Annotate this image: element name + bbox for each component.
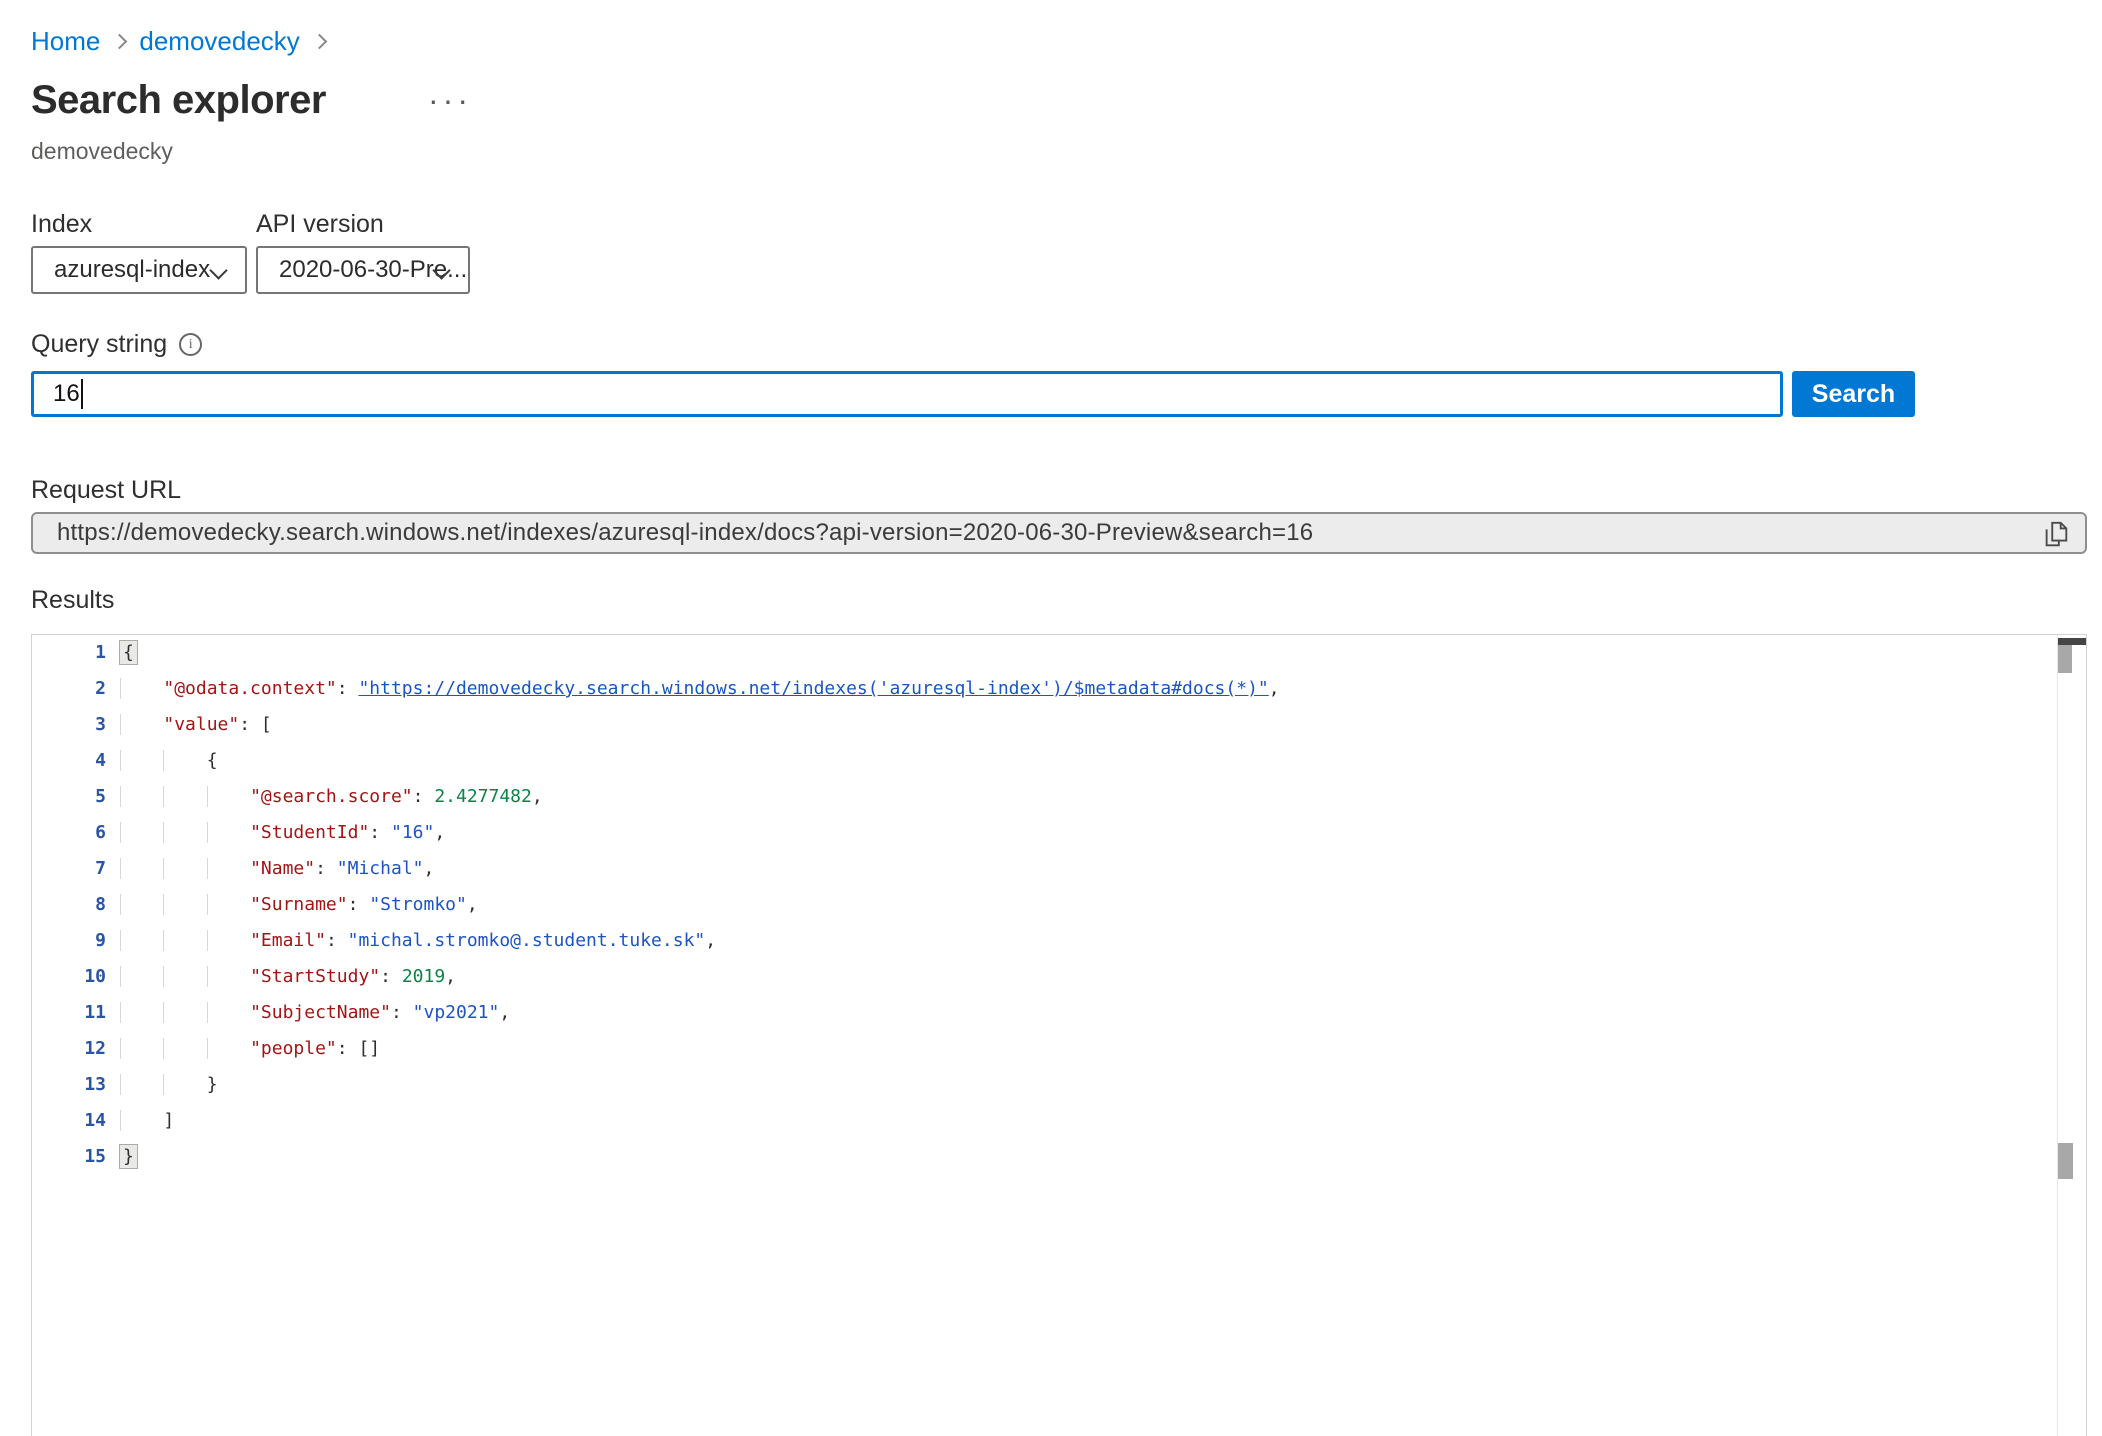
code-content: "Name": "Michal",: [110, 851, 434, 887]
line-number: 5: [32, 779, 110, 815]
copy-button[interactable]: [2041, 519, 2071, 549]
code-line: 8 "Surname": "Stromko",: [32, 887, 2086, 923]
code-content: {: [110, 635, 137, 671]
request-url-field[interactable]: https://demovedecky.search.windows.net/i…: [31, 512, 2087, 554]
code-line: 10 "StartStudy": 2019,: [32, 959, 2086, 995]
code-content: }: [110, 1067, 218, 1103]
line-number: 14: [32, 1103, 110, 1139]
code-line: 13 }: [32, 1067, 2086, 1103]
code-line: 6 "StudentId": "16",: [32, 815, 2086, 851]
code-content: ]: [110, 1103, 174, 1139]
request-url-label: Request URL: [31, 476, 181, 505]
line-number: 3: [32, 707, 110, 743]
scrollbar-thumb-upper[interactable]: [2058, 645, 2072, 673]
line-number: 12: [32, 1031, 110, 1067]
code-lines: 1{2 "@odata.context": "https://demovedec…: [32, 635, 2086, 1175]
code-line: 12 "people": []: [32, 1031, 2086, 1067]
line-number: 10: [32, 959, 110, 995]
search-explorer-page: Home demovedecky Search explorer ··· dem…: [0, 0, 2102, 1436]
index-dropdown-value: azuresql-index: [33, 256, 210, 284]
line-number: 15: [32, 1139, 110, 1175]
api-version-dropdown[interactable]: 2020-06-30-Pre...: [256, 246, 470, 294]
code-line: 5 "@search.score": 2.4277482,: [32, 779, 2086, 815]
code-line: 14 ]: [32, 1103, 2086, 1139]
scrollbar-top-cap: [2058, 638, 2086, 645]
chevron-right-icon: [112, 34, 128, 50]
breadcrumb: Home demovedecky: [31, 26, 339, 57]
page-subtitle: demovedecky: [31, 138, 173, 165]
results-editor[interactable]: 1{2 "@odata.context": "https://demovedec…: [31, 634, 2087, 1436]
index-label: Index: [31, 210, 92, 239]
line-number: 1: [32, 635, 110, 671]
info-icon[interactable]: i: [179, 333, 202, 356]
chevron-down-icon: [209, 261, 227, 279]
query-input-value: 16: [34, 380, 80, 408]
line-number: 9: [32, 923, 110, 959]
breadcrumb-link-home[interactable]: Home: [31, 26, 100, 57]
code-content: "Surname": "Stromko",: [110, 887, 478, 923]
line-number: 7: [32, 851, 110, 887]
line-number: 4: [32, 743, 110, 779]
code-content: "@odata.context": "https://demovedecky.s…: [110, 671, 1280, 707]
code-content: "StartStudy": 2019,: [110, 959, 456, 995]
code-content: }: [110, 1139, 137, 1175]
line-number: 8: [32, 887, 110, 923]
text-caret: [81, 379, 83, 409]
search-button[interactable]: Search: [1792, 371, 1915, 417]
api-version-label: API version: [256, 210, 384, 239]
query-string-label: Query string: [31, 330, 167, 359]
scrollbar-track: [2057, 635, 2058, 1436]
line-number: 13: [32, 1067, 110, 1103]
code-content: "SubjectName": "vp2021",: [110, 995, 510, 1031]
results-label: Results: [31, 586, 114, 615]
chevron-right-icon: [312, 34, 328, 50]
code-line: 15}: [32, 1139, 2086, 1175]
breadcrumb-link-demovedecky[interactable]: demovedecky: [139, 26, 299, 57]
copy-icon: [2041, 519, 2071, 549]
code-line: 1{: [32, 635, 2086, 671]
line-number: 2: [32, 671, 110, 707]
line-number: 6: [32, 815, 110, 851]
more-options-button[interactable]: ···: [428, 84, 472, 116]
scrollbar-thumb-lower[interactable]: [2058, 1143, 2073, 1179]
code-content: "Email": "michal.stromko@.student.tuke.s…: [110, 923, 716, 959]
code-line: 2 "@odata.context": "https://demovedecky…: [32, 671, 2086, 707]
query-input[interactable]: 16: [31, 371, 1783, 417]
index-dropdown[interactable]: azuresql-index: [31, 246, 247, 294]
ellipsis-icon: ···: [428, 82, 472, 118]
code-content: {: [110, 743, 218, 779]
code-line: 4 {: [32, 743, 2086, 779]
code-content: "people": []: [110, 1031, 380, 1067]
code-line: 7 "Name": "Michal",: [32, 851, 2086, 887]
code-line: 11 "SubjectName": "vp2021",: [32, 995, 2086, 1031]
code-line: 3 "value": [: [32, 707, 2086, 743]
request-url-value: https://demovedecky.search.windows.net/i…: [33, 519, 1313, 547]
code-line: 9 "Email": "michal.stromko@.student.tuke…: [32, 923, 2086, 959]
code-content: "StudentId": "16",: [110, 815, 445, 851]
line-number: 11: [32, 995, 110, 1031]
code-content: "value": [: [110, 707, 272, 743]
page-title: Search explorer: [31, 78, 326, 123]
code-content: "@search.score": 2.4277482,: [110, 779, 543, 815]
